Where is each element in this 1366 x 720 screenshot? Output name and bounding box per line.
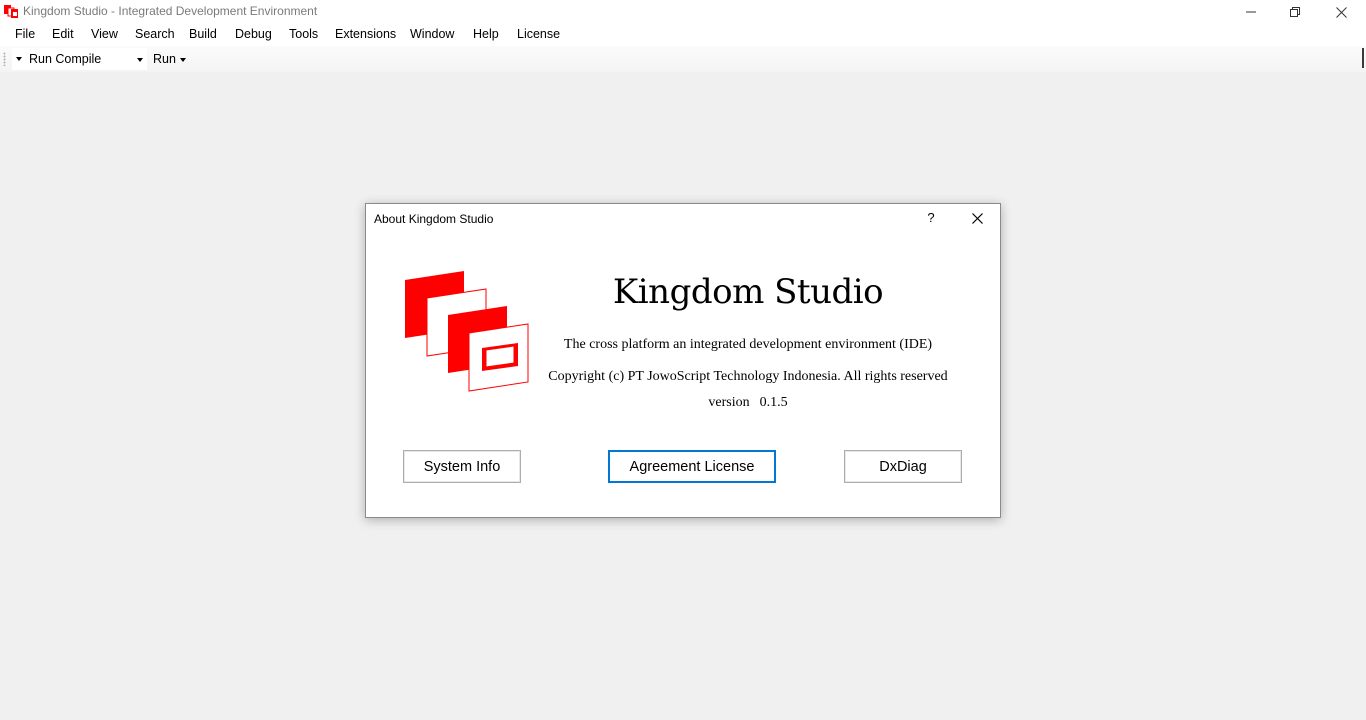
menu-license[interactable]: License [515,27,562,41]
dialog-title: About Kingdom Studio [374,212,494,226]
toolbar-grip[interactable] [3,52,6,66]
close-icon [1335,6,1347,18]
build-config-combo[interactable]: Run Compile [12,48,147,70]
menu-extensions[interactable]: Extensions [333,27,398,41]
menu-view[interactable]: View [89,27,120,41]
chevron-down-icon [180,58,186,62]
run-dropdown-button[interactable]: Run [150,48,190,70]
app-logo-icon [4,5,18,18]
dxdiag-button[interactable]: DxDiag [844,450,962,483]
toolbar: Run Compile Run [0,46,1366,72]
minimize-button[interactable] [1228,0,1274,24]
restore-button[interactable] [1272,0,1318,24]
menu-search[interactable]: Search [133,27,177,41]
toolbar-overflow-marker [1362,48,1364,68]
dialog-close-button[interactable] [966,208,988,228]
build-config-value: Run Compile [29,52,102,66]
menu-build[interactable]: Build [187,27,219,41]
product-tagline: The cross platform an integrated develop… [563,337,933,352]
menu-window[interactable]: Window [408,27,456,41]
window-title: Kingdom Studio - Integrated Development … [23,4,318,18]
agreement-license-button[interactable]: Agreement License [608,450,776,483]
restore-icon [1290,7,1300,17]
help-button[interactable]: ? [921,208,941,228]
menu-tools[interactable]: Tools [287,27,320,41]
title-bar: Kingdom Studio - Integrated Development … [0,0,1366,24]
menu-help[interactable]: Help [471,27,501,41]
product-name: Kingdom Studio [612,272,884,312]
minimize-icon [1246,11,1256,13]
version-value: 0.1.5 [759,395,788,410]
menu-edit[interactable]: Edit [50,27,76,41]
menu-debug[interactable]: Debug [233,27,274,41]
menu-bar: File Edit View Search Build Debug Tools … [0,24,1366,46]
menu-file[interactable]: File [13,27,37,41]
copyright-text: Copyright (c) PT JowoScript Technology I… [548,369,948,384]
kingdom-studio-logo [405,271,529,392]
close-button[interactable] [1318,0,1364,24]
version-label: version [708,395,750,410]
run-label: Run [153,52,176,66]
version-row: version 0.1.5 [551,395,945,411]
about-dialog: About Kingdom Studio ? Kingdom Studio Th… [365,203,1001,518]
chevron-down-icon [137,58,143,62]
close-icon [971,212,983,224]
dropdown-arrow-icon [16,57,22,61]
system-info-button[interactable]: System Info [403,450,521,483]
